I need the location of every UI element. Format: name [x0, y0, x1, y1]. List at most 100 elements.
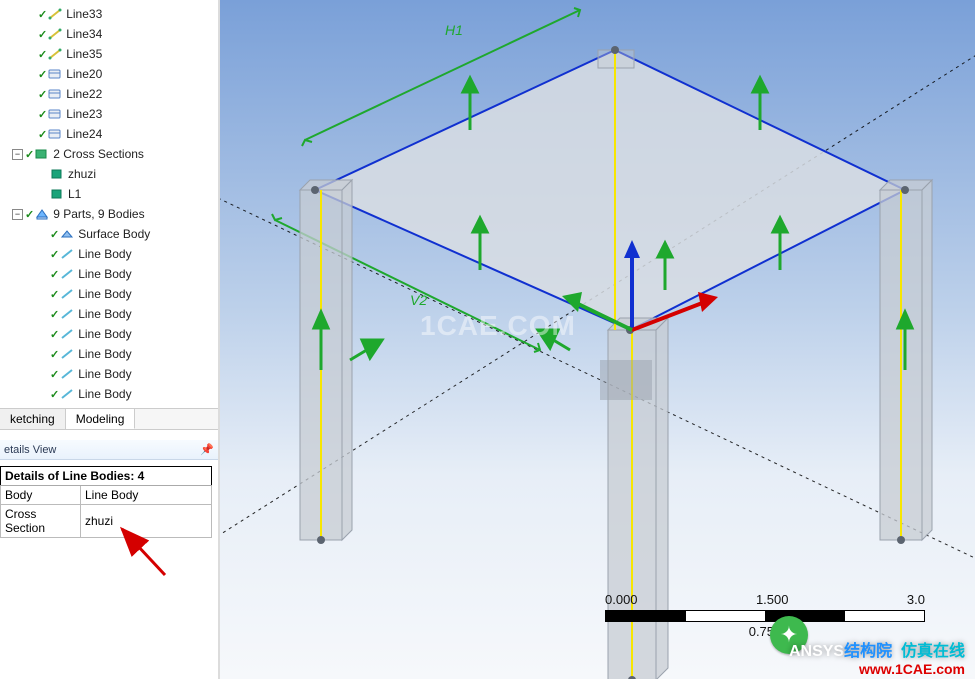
dim-v2-label: V2	[410, 292, 427, 308]
tree-node-body[interactable]: ✓ Line Body	[0, 304, 218, 324]
tree-label: Line Body	[78, 247, 131, 261]
tree-label: Line20	[66, 67, 102, 81]
collapse-icon[interactable]: −	[12, 149, 23, 160]
check-icon: ✓	[38, 68, 47, 81]
tree-node-body[interactable]: ✓ Line Body	[0, 364, 218, 384]
tab-modeling[interactable]: Modeling	[66, 409, 136, 429]
tree-node-body[interactable]: ✓ Line Body	[0, 244, 218, 264]
outline-tabs: ketching Modeling	[0, 408, 218, 430]
tree-label: Line Body	[78, 367, 131, 381]
dim-h1-label: H1	[445, 22, 463, 38]
pin-icon[interactable]: 📌	[200, 443, 214, 456]
table-row[interactable]: Cross Section zhuzi	[1, 505, 212, 538]
check-icon: ✓	[50, 348, 59, 361]
line-icon	[48, 68, 62, 80]
tree-node-line[interactable]: ✓ Line33	[0, 4, 218, 24]
tree-label: Line Body	[78, 387, 131, 401]
check-icon: ✓	[38, 8, 47, 21]
geometry-canvas[interactable]: H1 V2	[220, 0, 975, 679]
detail-value[interactable]: Line Body	[81, 486, 212, 505]
tab-sketching[interactable]: ketching	[0, 409, 66, 429]
line-icon	[48, 48, 62, 60]
body-icon	[60, 368, 74, 380]
scale-end: 3.0	[907, 592, 925, 607]
tree-node-line[interactable]: ✓ Line24	[0, 124, 218, 144]
tree-node-body[interactable]: ✓ Surface Body	[0, 224, 218, 244]
tree-node-body[interactable]: ✓Line Body	[0, 284, 218, 304]
tree-label: Line Body	[78, 307, 131, 321]
tree-node-line[interactable]: ✓ Line35	[0, 44, 218, 64]
check-icon: ✓	[50, 268, 59, 281]
tree-node-cross-sections[interactable]: − ✓ 2 Cross Sections	[0, 144, 218, 164]
brand-ansys: ANSYS	[789, 643, 844, 660]
line-icon	[48, 128, 62, 140]
check-icon: ✓	[50, 308, 59, 321]
brand-url: www.1CAE.com	[789, 661, 965, 677]
details-panel-header[interactable]: etails View 📌	[0, 440, 218, 460]
tree-label: Line35	[66, 47, 102, 61]
check-icon: ✓	[25, 208, 34, 221]
check-icon: ✓	[25, 148, 34, 161]
tree-label: Line Body	[78, 347, 131, 361]
cross-section-group-icon	[35, 148, 49, 160]
tree-label: L1	[68, 187, 81, 201]
tree-node-body[interactable]: ✓ Line Body	[0, 344, 218, 364]
collapse-icon[interactable]: −	[12, 209, 23, 220]
tree-node-body[interactable]: ✓Line Body	[0, 324, 218, 344]
tree-node-line[interactable]: ✓ Line20	[0, 64, 218, 84]
check-icon: ✓	[38, 128, 47, 141]
tree-node-cross-section[interactable]: L1	[0, 184, 218, 204]
scale-half: 1.500	[756, 592, 789, 607]
check-icon: ✓	[50, 228, 59, 241]
body-icon	[60, 248, 74, 260]
detail-key: Body	[1, 486, 81, 505]
outline-tree[interactable]: ✓Line33✓Line34✓Line35✓Line20✓Line22✓Line…	[0, 0, 218, 408]
brand-subline: 仿真在线	[901, 643, 965, 660]
brand-overlay: ANSYS结构院 仿真在线 www.1CAE.com	[789, 637, 965, 677]
tree-label: Line22	[66, 87, 102, 101]
scale-start: 0.000	[605, 592, 638, 607]
tree-label: Line Body	[78, 267, 131, 281]
tree-label: Line23	[66, 107, 102, 121]
viewport-3d[interactable]: H1 V2	[220, 0, 975, 679]
line-icon	[48, 108, 62, 120]
tree-label: Surface Body	[78, 227, 150, 241]
tree-label: Line33	[66, 7, 102, 21]
check-icon: ✓	[38, 28, 47, 41]
check-icon: ✓	[50, 248, 59, 261]
detail-key: Cross Section	[1, 505, 81, 538]
check-icon: ✓	[50, 388, 59, 401]
body-icon	[60, 268, 74, 280]
body-icon	[60, 228, 74, 240]
tree-node-body[interactable]: ✓ Line Body	[0, 384, 218, 404]
tree-node-line[interactable]: ✓ Line22	[0, 84, 218, 104]
cross-section-icon	[50, 168, 64, 180]
body-icon	[60, 288, 74, 300]
check-icon: ✓	[38, 48, 47, 61]
left-panel: ✓Line33✓Line34✓Line35✓Line20✓Line22✓Line…	[0, 0, 220, 679]
details-table: Details of Line Bodies: 4 Body Line Body…	[0, 466, 212, 538]
tree-label: Line24	[66, 127, 102, 141]
tree-node-line[interactable]: ✓Line23	[0, 104, 218, 124]
check-icon: ✓	[38, 88, 47, 101]
check-icon: ✓	[50, 328, 59, 341]
tree-node-line[interactable]: ✓Line34	[0, 24, 218, 44]
tree-label: Line Body	[78, 287, 131, 301]
tree-node-body[interactable]: ✓ Line Body	[0, 264, 218, 284]
scale-bar: 0.000 1.500 3.0 0.750	[605, 610, 925, 639]
check-icon: ✓	[50, 368, 59, 381]
line-icon	[48, 8, 62, 20]
details-heading: Details of Line Bodies: 4	[1, 467, 212, 486]
table-row[interactable]: Body Line Body	[1, 486, 212, 505]
tree-label: 2 Cross Sections	[53, 147, 144, 161]
brand-suffix: 结构院	[844, 643, 892, 660]
watermark-text: 1CAE.COM	[420, 310, 576, 342]
parts-group-icon	[35, 208, 49, 220]
cross-section-icon	[50, 188, 64, 200]
tree-node-cross-section[interactable]: zhuzi	[0, 164, 218, 184]
body-icon	[60, 348, 74, 360]
line-icon	[48, 88, 62, 100]
detail-value[interactable]: zhuzi	[81, 505, 212, 538]
tree-node-parts[interactable]: − ✓ 9 Parts, 9 Bodies	[0, 204, 218, 224]
body-icon	[60, 308, 74, 320]
